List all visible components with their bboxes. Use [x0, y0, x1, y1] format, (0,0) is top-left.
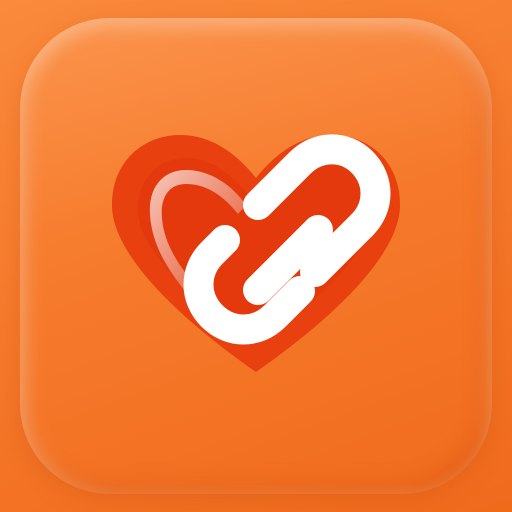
heart-link-icon — [112, 134, 400, 372]
app-icon[interactable] — [0, 0, 512, 512]
